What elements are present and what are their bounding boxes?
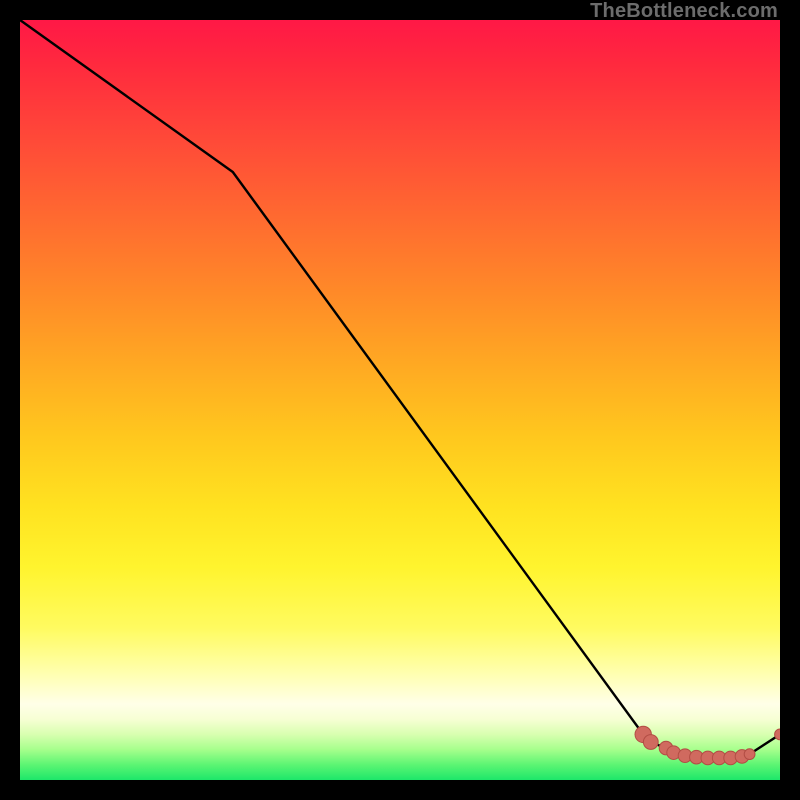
chart-svg: [20, 20, 780, 780]
plot-area: [20, 20, 780, 780]
data-point: [744, 749, 755, 760]
chart-stage: TheBottleneck.com: [0, 0, 800, 800]
chart-layer: [20, 20, 780, 765]
series-line: [20, 20, 780, 758]
data-point: [643, 735, 658, 750]
